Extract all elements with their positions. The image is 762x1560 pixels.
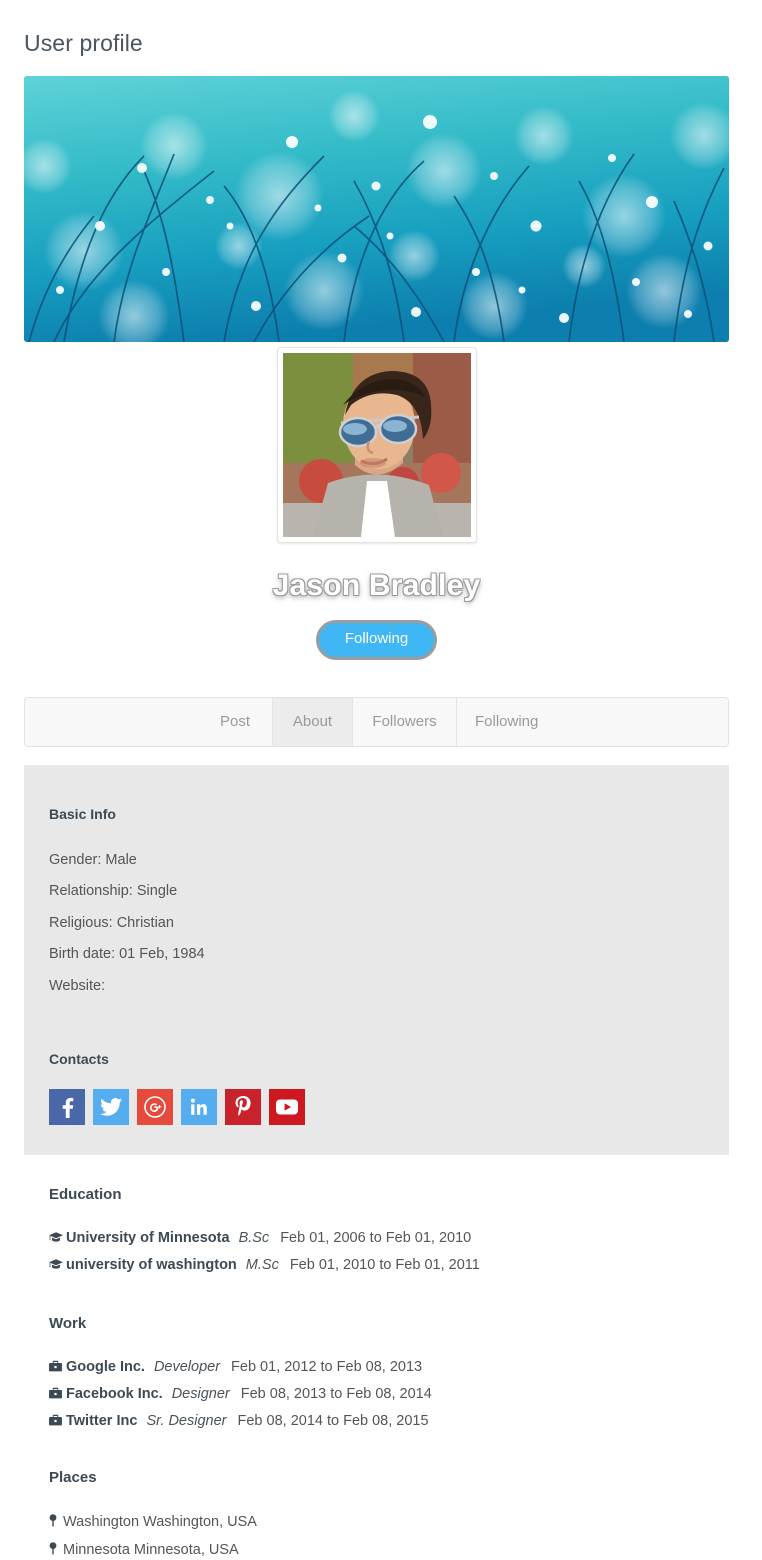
education-dates: Feb 01, 2006 to Feb 01, 2010 (280, 1230, 472, 1247)
place-item: Washington Washington, USA (49, 1513, 704, 1530)
info-birth-date: Birth date: 01 Feb, 1984 (49, 946, 205, 963)
map-marker-icon (49, 1514, 63, 1527)
work-dates: Feb 08, 2013 to Feb 08, 2014 (240, 1386, 432, 1403)
places-heading: Places (49, 1469, 97, 1487)
work-role: Developer (153, 1359, 221, 1376)
places-list: Washington Washington, USA Minnesota Min… (49, 1513, 704, 1558)
graduation-cap-glyph (49, 1259, 63, 1269)
twitter-icon[interactable] (93, 1089, 129, 1126)
education-heading: Education (49, 1186, 122, 1204)
education-list: University of Minnesota B.Sc Feb 01, 200… (49, 1230, 704, 1273)
linkedin-icon[interactable] (181, 1089, 217, 1126)
work-role: Sr. Designer (146, 1413, 227, 1430)
linkedin-glyph (190, 1098, 207, 1116)
education-item: university of washington M.Sc Feb 01, 20… (49, 1257, 704, 1273)
work-item: Google Inc. Developer Feb 01, 2012 to Fe… (49, 1359, 704, 1375)
basic-info-panel: Basic Info Gender: Male Relationship: Si… (24, 764, 729, 1156)
work-heading: Work (49, 1315, 87, 1333)
tab-post[interactable]: Post (25, 697, 273, 746)
avatar-photo-image (282, 353, 471, 537)
profile-tabs: Post About Followers Following (24, 696, 729, 747)
tab-following[interactable]: Following (457, 698, 728, 746)
work-company: Facebook Inc. (66, 1386, 163, 1403)
briefcase-icon (49, 1360, 66, 1372)
work-company: Twitter Inc (66, 1413, 138, 1430)
briefcase-glyph (49, 1388, 62, 1399)
work-company: Google Inc. (66, 1359, 145, 1376)
briefcase-icon (49, 1387, 66, 1399)
profile-name: Jason Bradley (272, 569, 481, 602)
map-marker-icon (49, 1542, 63, 1555)
work-dates: Feb 01, 2012 to Feb 08, 2013 (231, 1359, 423, 1376)
briefcase-glyph (49, 1361, 62, 1372)
tab-about[interactable]: About (273, 697, 353, 746)
basic-info-heading: Basic Info (49, 805, 116, 822)
page-title: User profile (24, 30, 143, 56)
work-dates: Feb 08, 2014 to Feb 08, 2015 (237, 1413, 429, 1430)
education-degree: M.Sc (245, 1257, 279, 1274)
education-section: Education University of Minnesota B.Sc F… (24, 1186, 729, 1273)
place-item: Minnesota Minnesota, USA (49, 1541, 704, 1558)
pinterest-icon[interactable] (225, 1089, 261, 1126)
tab-followers[interactable]: Followers (353, 697, 457, 746)
graduation-cap-icon (49, 1232, 66, 1243)
facebook-glyph (62, 1098, 74, 1119)
work-section: Work Google Inc. Developer Feb 01, 2012 … (24, 1315, 729, 1429)
avatar[interactable] (276, 347, 477, 543)
following-button[interactable]: Following (315, 620, 438, 660)
place-name: Washington Washington, USA (63, 1514, 257, 1531)
follow-row: Following (24, 620, 729, 660)
avatar-container (24, 347, 729, 543)
profile-container: Jason Bradley Following Post About Follo… (24, 57, 738, 1558)
map-marker-glyph (49, 1514, 57, 1527)
contacts-heading: Contacts (49, 1051, 109, 1068)
youtube-icon[interactable] (269, 1089, 305, 1126)
info-relationship: Relationship: Single (49, 883, 178, 900)
briefcase-icon (49, 1414, 66, 1426)
education-school: University of Minnesota (66, 1230, 230, 1247)
work-item: Twitter Inc Sr. Designer Feb 08, 2014 to… (49, 1413, 704, 1429)
info-religious: Religious: Christian (49, 914, 174, 931)
social-links (49, 1089, 704, 1126)
map-marker-glyph (49, 1542, 57, 1555)
avatar-photo (282, 353, 471, 537)
places-section: Places Washington Washington, USA Minnes… (24, 1469, 729, 1558)
graduation-cap-icon (49, 1259, 66, 1270)
work-role: Designer (171, 1386, 230, 1403)
info-gender: Gender: Male (49, 851, 137, 868)
education-dates: Feb 01, 2010 to Feb 01, 2011 (289, 1257, 480, 1274)
work-item: Facebook Inc. Designer Feb 08, 2013 to F… (49, 1386, 704, 1402)
education-item: University of Minnesota B.Sc Feb 01, 200… (49, 1230, 704, 1246)
youtube-glyph (276, 1099, 298, 1115)
pinterest-glyph (235, 1096, 251, 1117)
work-list: Google Inc. Developer Feb 01, 2012 to Fe… (49, 1359, 704, 1429)
google-plus-glyph (144, 1096, 166, 1119)
facebook-icon[interactable] (49, 1089, 85, 1126)
twitter-glyph (100, 1098, 122, 1117)
briefcase-glyph (49, 1415, 62, 1426)
education-school: university of washington (66, 1257, 237, 1274)
google-plus-icon[interactable] (137, 1089, 173, 1126)
cover-photo-image (24, 76, 729, 342)
place-name: Minnesota Minnesota, USA (63, 1542, 239, 1559)
graduation-cap-glyph (49, 1232, 63, 1242)
education-degree: B.Sc (238, 1230, 270, 1247)
info-website: Website: (49, 977, 106, 994)
cover-photo (24, 76, 729, 342)
